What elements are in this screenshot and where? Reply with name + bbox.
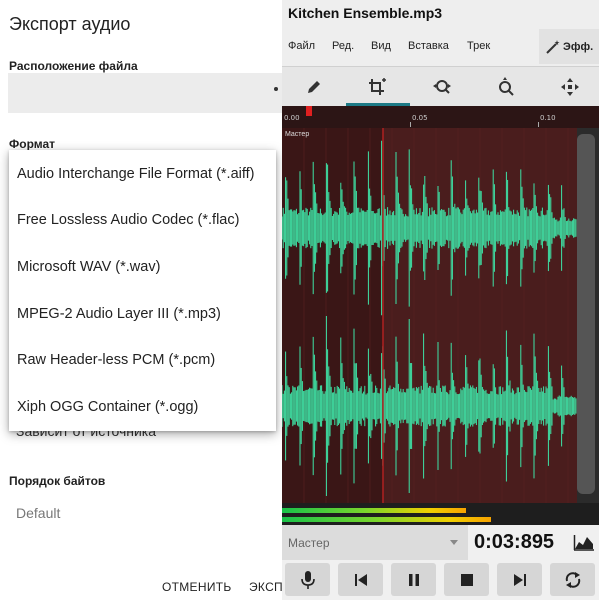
- dialog-title: Экспорт аудио: [9, 14, 131, 34]
- file-title: Kitchen Ensemble.mp3: [288, 5, 443, 21]
- format-option-ogg[interactable]: Xiph OGG Container (*.ogg): [9, 384, 276, 430]
- waveform-view[interactable]: Мастер: [282, 128, 577, 503]
- location-browse-dot[interactable]: [274, 87, 278, 91]
- magic-wand-icon: [546, 40, 560, 54]
- byte-order-select[interactable]: Default: [16, 505, 60, 521]
- crop-add-icon: [369, 78, 386, 95]
- tool-zoom-out[interactable]: [486, 67, 526, 107]
- stop-button[interactable]: [444, 563, 489, 596]
- level-meter-right: [282, 517, 492, 522]
- record-button[interactable]: [285, 563, 330, 596]
- timeline-tick: [538, 122, 539, 127]
- audio-editor: Kitchen Ensemble.mp3 Файл Ред. Вид Встав…: [282, 0, 599, 600]
- cancel-button[interactable]: ОТМЕНИТЬ: [162, 580, 232, 594]
- pencil-icon: [308, 81, 320, 93]
- zoom-out-icon: [499, 77, 514, 96]
- transport-bar: [282, 560, 599, 600]
- location-label: Расположение файла: [9, 59, 138, 73]
- export-button[interactable]: ЭКСП: [249, 580, 283, 594]
- effects-label: Эфф.: [563, 41, 594, 53]
- format-option-mp3[interactable]: MPEG-2 Audio Layer III (*.mp3): [9, 291, 276, 337]
- track-bar: Мастер 0:03:895: [282, 525, 599, 560]
- timeline-label-0: 0.00: [284, 114, 300, 122]
- timeline-label-10: 0.10: [540, 114, 556, 122]
- move-icon: [561, 78, 579, 96]
- mic-icon: [300, 570, 315, 589]
- format-option-flac[interactable]: Free Lossless Audio Codec (*.flac): [9, 197, 276, 243]
- timeline-label-5: 0.05: [412, 114, 428, 122]
- zoom-fit-icon: [433, 80, 451, 94]
- tool-move[interactable]: [550, 67, 590, 107]
- skip-back-button[interactable]: [338, 563, 383, 596]
- menu-insert[interactable]: Вставка: [408, 40, 449, 52]
- tool-zoom-fit[interactable]: [422, 67, 462, 107]
- menu-view[interactable]: Вид: [371, 40, 391, 52]
- spectrum-button[interactable]: [573, 532, 595, 552]
- menu-file[interactable]: Файл: [288, 40, 315, 52]
- vertical-scrollbar[interactable]: [577, 128, 599, 503]
- tool-bar: [282, 66, 599, 106]
- level-meter-left: [282, 508, 466, 513]
- spectrum-icon: [573, 535, 594, 551]
- menu-track[interactable]: Трек: [467, 40, 490, 52]
- skip-forward-icon: [513, 573, 526, 586]
- timeline-tick: [410, 122, 411, 127]
- timeline-ruler[interactable]: 0.00 0.05 0.10: [282, 106, 599, 128]
- pause-button[interactable]: [391, 563, 436, 596]
- stop-icon: [460, 573, 473, 586]
- track-select[interactable]: Мастер: [282, 525, 468, 560]
- format-option-pcm[interactable]: Raw Header-less PCM (*.pcm): [9, 337, 276, 383]
- skip-back-icon: [354, 573, 367, 586]
- export-dialog: Экспорт аудио Расположение файла Формат …: [0, 0, 283, 600]
- skip-forward-button[interactable]: [497, 563, 542, 596]
- playhead-marker[interactable]: [306, 106, 312, 116]
- track-tag: Мастер: [285, 131, 310, 138]
- pause-icon: [408, 573, 419, 586]
- menu-edit[interactable]: Ред.: [332, 40, 354, 52]
- format-option-wav[interactable]: Microsoft WAV (*.wav): [9, 244, 276, 290]
- waveform-graphic: [282, 128, 577, 503]
- loop-icon: [565, 571, 580, 588]
- tool-crop-add[interactable]: [357, 67, 397, 107]
- loop-button[interactable]: [550, 563, 595, 596]
- time-readout: 0:03:895: [474, 531, 555, 553]
- effects-menu-button[interactable]: Эфф.: [539, 29, 599, 64]
- level-meter: [282, 503, 599, 525]
- format-dropdown-menu: Audio Interchange File Format (*.aiff) F…: [9, 150, 276, 431]
- scrollbar-thumb[interactable]: [577, 134, 595, 494]
- tool-pencil[interactable]: [294, 67, 334, 107]
- format-option-aiff[interactable]: Audio Interchange File Format (*.aiff): [9, 151, 276, 197]
- format-label: Формат: [9, 137, 56, 151]
- location-field[interactable]: [8, 73, 282, 113]
- track-select-value: Мастер: [288, 536, 330, 550]
- caret-down-icon: [450, 540, 458, 545]
- screen: Экспорт аудио Расположение файла Формат …: [0, 0, 599, 600]
- byte-order-label: Порядок байтов: [9, 474, 106, 488]
